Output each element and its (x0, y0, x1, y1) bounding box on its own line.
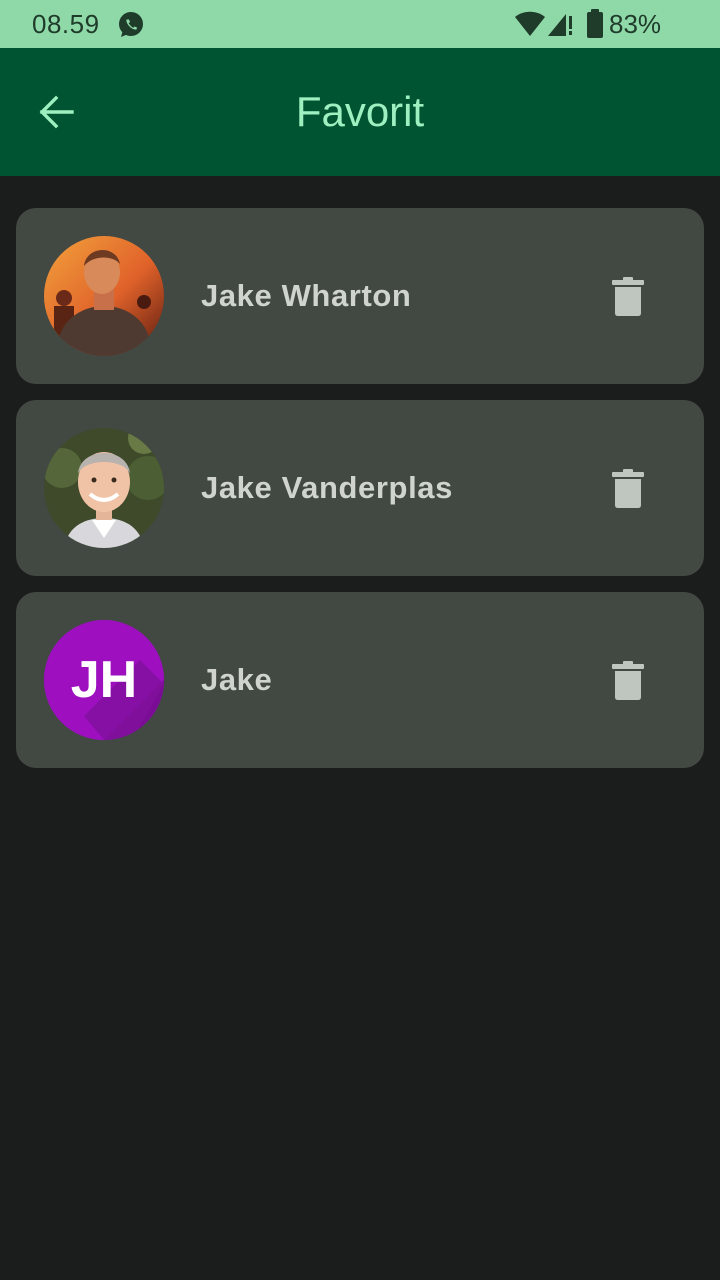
trash-icon (612, 469, 644, 508)
delete-button[interactable] (596, 648, 660, 712)
delete-button[interactable] (596, 456, 660, 520)
battery-percentage: 83% (609, 9, 662, 39)
battery-icon (586, 9, 604, 39)
avatar (44, 236, 164, 356)
favorite-card[interactable]: Jake Vanderplas (16, 400, 704, 576)
favorite-name: Jake Vanderplas (201, 470, 453, 505)
wifi-icon (514, 10, 546, 38)
favorite-name: Jake (201, 662, 273, 697)
avatar-initials: JH (70, 651, 138, 709)
page-title: Favorit (295, 88, 425, 135)
favorites-list: Jake Wharton Jake Vanderplas JH Jake (16, 208, 704, 784)
initials-avatar: JH (44, 620, 164, 740)
status-bar: 08.59 83% (0, 0, 720, 48)
app-bar: Favorit (0, 48, 720, 176)
trash-icon (612, 661, 644, 700)
whatsapp-icon (116, 10, 146, 40)
favorite-card[interactable]: JH Jake (16, 592, 704, 768)
trash-icon (612, 277, 644, 316)
signal-icon (546, 10, 576, 38)
favorite-card[interactable]: Jake Wharton (16, 208, 704, 384)
delete-button[interactable] (596, 264, 660, 328)
status-time: 08.59 (32, 9, 100, 39)
favorite-name: Jake Wharton (201, 278, 412, 313)
avatar (44, 428, 164, 548)
